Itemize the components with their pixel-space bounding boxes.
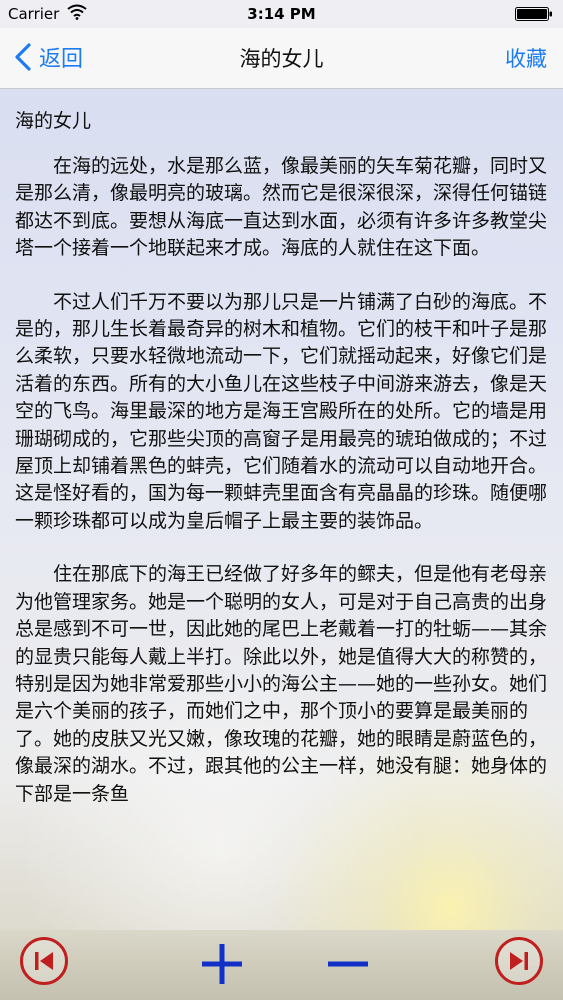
status-time: 3:14 PM	[247, 5, 316, 23]
skip-next-icon	[510, 952, 528, 970]
story-paragraph: 不过人们千万不要以为那儿只是一片铺满了白砂的海底。不是的，那儿生长着最奇异的树木…	[15, 290, 548, 532]
story-paragraph: 在海的远处，水是那么蓝，像最美丽的矢车菊花瓣，同时又是那么清，像最明亮的玻璃。然…	[15, 155, 548, 260]
skip-previous-icon	[35, 952, 53, 970]
navigation-bar: 返回 海的女儿 收藏	[0, 28, 563, 89]
zoom-out-button[interactable]	[326, 942, 370, 986]
status-bar: Carrier 3:14 PM	[0, 0, 563, 28]
back-label: 返回	[39, 47, 84, 72]
story-content[interactable]: 海的女儿 在海的远处，水是那么蓝，像最美丽的矢车菊花瓣，同时又是那么清，像最明亮…	[0, 89, 563, 930]
story-paragraph: 住在那底下的海王已经做了好多年的鳏夫，但是他有老母亲为他管理家务。她是一个聪明的…	[15, 563, 548, 805]
battery-icon	[515, 7, 552, 21]
zoom-in-button[interactable]	[200, 942, 244, 986]
page-title: 海的女儿	[239, 47, 324, 71]
back-button[interactable]: 返回	[14, 39, 83, 75]
next-chapter-button[interactable]	[495, 937, 543, 985]
story-title: 海的女儿	[15, 110, 92, 132]
favorite-button[interactable]: 收藏	[505, 43, 547, 73]
story-body: 在海的远处，水是那么蓝，像最美丽的矢车菊花瓣，同时又是那么清，像最明亮的玻璃。然…	[15, 153, 548, 834]
reader-toolbar	[0, 930, 563, 1000]
chevron-left-icon	[15, 43, 31, 71]
previous-chapter-button[interactable]	[20, 937, 68, 985]
